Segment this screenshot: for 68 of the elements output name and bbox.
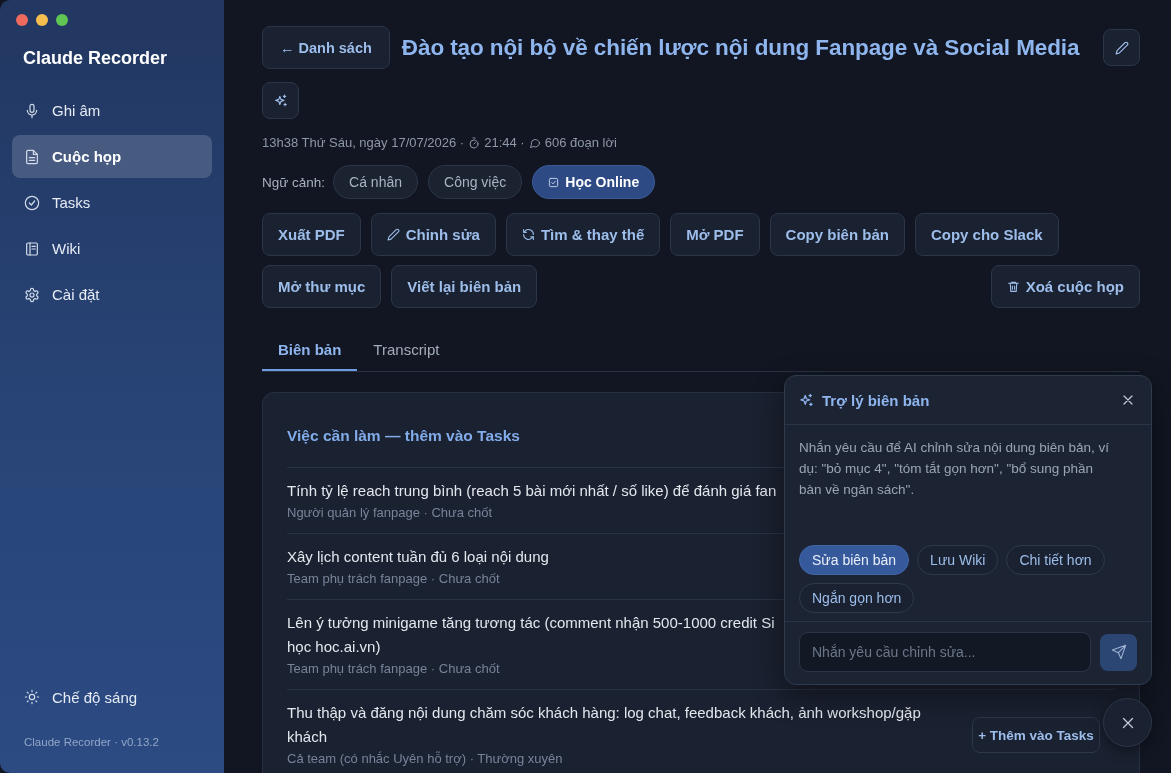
segment-count: 606 đoạn lời — [544, 135, 617, 150]
edit-title-button[interactable] — [1103, 29, 1140, 66]
task-text: Thu thập và đăng nội dung chăm sóc khách hàng: log chat, feedback khách, ảnh workshop/gặp khách — [287, 703, 922, 747]
settings-icon — [24, 286, 40, 303]
panel-title: Trợ lý biên bản — [822, 391, 931, 409]
action-button[interactable]: Mở thư mục — [262, 265, 382, 308]
checkbox-icon — [548, 176, 560, 188]
action-button[interactable]: Tìm & thay thế — [505, 213, 661, 256]
action-button[interactable]: Mở PDF — [670, 213, 760, 256]
section-heading: Việc cần làm — thêm vào Tasks — [287, 426, 520, 446]
stopwatch-icon — [468, 136, 481, 149]
nav-item[interactable]: Wiki — [12, 227, 212, 270]
task-meta: Người quản lý fanpage · Chưa chốt — [287, 504, 493, 522]
task-meta: Cả team (có nhắc Uyên hỗ trợ) · Thường xuyên — [287, 750, 563, 768]
context-chip[interactable]: Công việc — [428, 165, 523, 199]
tab[interactable]: Biên bản — [262, 331, 358, 371]
context-label: Ngữ cảnh: — [262, 174, 326, 190]
sun-icon — [24, 689, 40, 705]
pencil-icon — [386, 228, 400, 241]
task-meta: Team phụ trách fanpage · Chưa chốt — [287, 660, 500, 678]
meeting-date: 13h38 Thứ Sáu, ngày 17/07/2026 · — [262, 135, 465, 150]
version-label: Claude Recorder · v0.13.2 — [24, 736, 160, 748]
meeting-title: Đào tạo nội bộ về chiến lược nội dung Fanpage và Social Media — [401, 34, 1080, 61]
send-button[interactable] — [1100, 633, 1137, 671]
document-icon — [24, 148, 40, 165]
app-title: Claude Recorder — [23, 47, 169, 69]
context-chip[interactable]: Học Online — [532, 165, 656, 199]
sparkle-icon — [799, 392, 814, 408]
nav-item[interactable]: Cuộc họp — [12, 135, 212, 178]
microphone-icon — [24, 102, 40, 119]
check-circle-icon — [24, 194, 40, 211]
action-button[interactable]: Viết lại biên bản — [391, 265, 538, 308]
back-button[interactable]: ← Danh sách — [262, 26, 390, 69]
task-text: Tính tỷ lệ reach trung bình (reach 5 bài mới nhất / số like) để đánh giá fan — [287, 481, 777, 501]
action-button[interactable]: Xuất PDF — [262, 213, 361, 256]
window-zoom-button[interactable] — [56, 14, 68, 26]
add-to-tasks-button[interactable]: + Thêm vào Tasks — [972, 717, 1100, 753]
task-text: Lên ý tưởng minigame tăng tương tác (comment nhận 500-1000 credit Si — [287, 613, 775, 633]
tab[interactable]: Transcript — [357, 331, 456, 371]
sparkle-button[interactable] — [262, 82, 299, 119]
theme-toggle[interactable]: Chế độ sáng — [12, 685, 212, 709]
task-text: Xây lịch content tuần đủ 6 loại nội dung — [287, 547, 549, 567]
suggestion-chip[interactable]: Chi tiết hơn — [1006, 545, 1105, 575]
chat-bubble-icon — [528, 136, 541, 149]
action-button[interactable]: Chỉnh sửa — [370, 213, 496, 256]
duration-text: 21:44 · — [484, 135, 525, 150]
nav-item[interactable]: Tasks — [12, 181, 212, 224]
message-input[interactable]: Nhắn yêu cầu chỉnh sửa... — [799, 632, 1091, 672]
context-chip[interactable]: Cá nhân — [333, 165, 418, 199]
suggestion-chip[interactable]: Sửa biên bản — [799, 545, 910, 575]
task-meta: Team phụ trách fanpage · Chưa chốt — [287, 570, 500, 588]
window-close-button[interactable] — [16, 14, 28, 26]
hint-text: Nhắn yêu cầu để AI chỉnh sửa nội dung biên bản, ví dụ: "bỏ mục 4", "tóm tắt gọn hơn", "bổ sung phần bàn về ngân sách". — [799, 439, 1110, 499]
sparkle-icon — [273, 93, 288, 108]
notebook-icon — [24, 240, 40, 257]
pencil-icon — [1114, 40, 1129, 55]
action-button[interactable]: Xoá cuộc họp — [990, 265, 1140, 308]
action-button[interactable]: Copy biên bản — [769, 213, 905, 256]
action-button[interactable]: Copy cho Slack — [914, 213, 1059, 256]
task-text: học hoc.ai.vn) — [287, 637, 381, 657]
nav-item[interactable]: Ghi âm — [12, 89, 212, 132]
suggestion-chip[interactable]: Lưu Wiki — [917, 545, 999, 575]
nav-item[interactable]: Cài đặt — [12, 273, 212, 316]
refresh-icon — [521, 228, 535, 241]
suggestion-chip[interactable]: Ngắn gọn hơn — [799, 583, 915, 613]
send-icon — [1110, 644, 1127, 660]
trash-icon — [1006, 280, 1020, 293]
window-minimize-button[interactable] — [36, 14, 48, 26]
